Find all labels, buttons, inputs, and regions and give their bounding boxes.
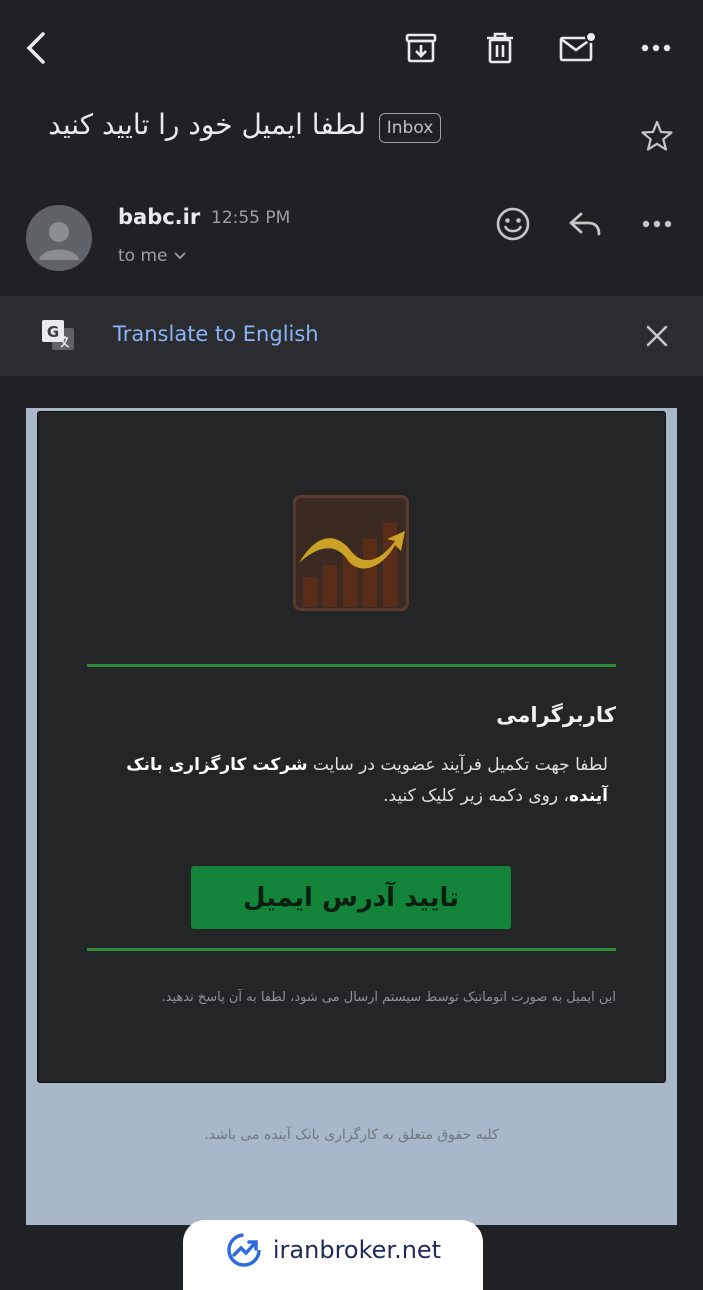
translate-bar: [0, 296, 703, 376]
chevron-down-icon: [173, 252, 186, 260]
paragraph-text: لطفا جهت تکمیل فرآیند عضویت در سایت: [307, 755, 608, 775]
recipient-label: to me: [118, 246, 168, 266]
mail-unread-icon[interactable]: [558, 28, 598, 68]
email-subject: لطفا ایمیل خود را تایید کنید: [48, 108, 366, 141]
svg-text:G: G: [47, 323, 59, 341]
trash-icon[interactable]: [480, 28, 520, 68]
back-arrow-icon[interactable]: [16, 28, 56, 68]
copyright-text: کلیه حقوق متعلق به کارگزاری بانک آینده م…: [204, 1127, 499, 1143]
archive-icon[interactable]: [401, 28, 441, 68]
top-toolbar: [0, 0, 703, 96]
emoji-reaction-icon[interactable]: [493, 204, 533, 244]
avatar[interactable]: [26, 205, 92, 271]
trend-chart-icon: [225, 1231, 263, 1269]
auto-generated-note: این ایمیل به صورت اتوماتیک توسط سیستم ار…: [161, 990, 616, 1005]
reply-icon[interactable]: [565, 204, 605, 244]
sender-name[interactable]: babc.ir: [118, 205, 200, 229]
inbox-label-chip[interactable]: Inbox: [379, 113, 441, 143]
divider-top: [87, 664, 616, 667]
google-translate-icon: G: [40, 318, 76, 354]
received-time: 12:55 PM: [211, 208, 291, 228]
paragraph-text-end: ، روی دکمه زیر کلیک کنید.: [383, 786, 569, 806]
more-vert-icon[interactable]: [636, 28, 676, 68]
close-icon[interactable]: [637, 316, 677, 356]
greeting-text: کاربرگرامی: [496, 703, 616, 727]
translate-link[interactable]: Translate to English: [113, 322, 319, 346]
divider-bottom: [87, 948, 616, 951]
recipient-toggle[interactable]: to me: [118, 246, 186, 266]
watermark-text: iranbroker.net: [272, 1236, 442, 1264]
message-more-icon[interactable]: [637, 204, 677, 244]
star-icon[interactable]: [637, 116, 677, 156]
confirm-email-button[interactable]: تایید آدرس ایمیل: [191, 866, 511, 929]
company-logo: [293, 495, 409, 611]
email-paragraph: لطفا جهت تکمیل فرآیند عضویت در سایت شرکت…: [100, 750, 608, 812]
